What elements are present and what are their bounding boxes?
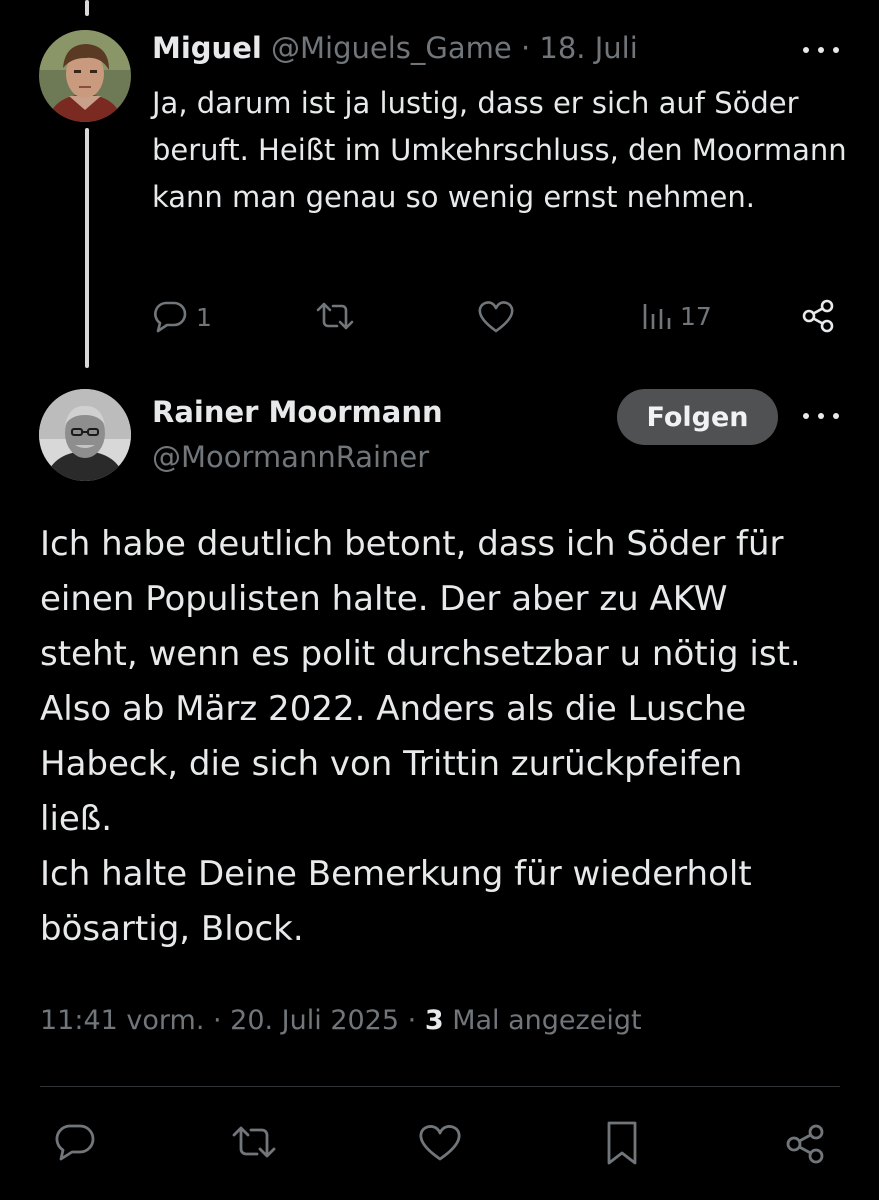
retweet-icon [232,1126,276,1158]
main-author-handle[interactable]: @MoormannRainer [152,440,429,474]
views-count: 17 [680,301,712,331]
share-icon [786,1124,824,1164]
heart-icon [419,1125,461,1161]
views-action[interactable]: 17 [640,300,712,332]
main-reply-action[interactable] [54,1123,96,1163]
share-icon [802,299,834,333]
main-text-line: Habeck, die sich von Trittin zurückpfeif… [40,744,743,784]
avatar-rainer[interactable] [39,389,131,481]
main-text-line: bösartig, Block. [40,909,304,949]
bookmark-action[interactable] [605,1120,639,1166]
main-text-line: steht, wenn es polit durchsetzbar u nöti… [40,634,801,674]
reply-share-action[interactable] [800,298,836,334]
reply-icon [55,1124,95,1161]
reply-header: Miguel @Miguels_Game · 18. Juli [152,31,638,65]
main-share-action[interactable] [783,1122,827,1166]
main-text-line: Ich halte Deine Bemerkung für wiederholt [40,854,752,894]
reply-date[interactable]: 18. Juli [539,31,637,65]
avatar-miguel[interactable] [39,30,131,122]
main-author-name[interactable]: Rainer Moormann [152,395,443,429]
main-tweet-text: Ich habe deutlich betont, dass ich Söder… [40,517,860,957]
tweet-views-number: 3 [424,1005,444,1036]
action-divider [40,1086,840,1087]
reply-action[interactable]: 1 [152,300,212,334]
reply-author-name[interactable]: Miguel [152,31,262,65]
tweet-thread-view: Miguel @Miguels_Game · 18. Juli Ja, daru… [0,0,879,1200]
heart-icon [478,301,514,333]
main-more-icon[interactable] [803,404,839,428]
main-text-line: einen Populisten halte. Der aber zu AKW [40,579,728,619]
tweet-timestamp[interactable]: 11:41 vorm. · 20. Juli 2025 · [40,1005,416,1036]
thread-line-connector [85,128,89,368]
like-action[interactable] [477,300,515,334]
reply-count: 1 [196,302,212,332]
reply-author-handle[interactable]: @Miguels_Game [271,31,512,65]
retweet-icon [316,302,354,330]
main-text-line: Ich habe deutlich betont, dass ich Söder… [40,524,784,564]
reply-more-icon[interactable] [803,38,839,62]
thread-line-top [85,0,89,16]
main-text-line: Also ab März 2022. Anders als die Lusche [40,689,747,729]
reply-text: Ja, darum ist ja lustig, dass er sich au… [152,86,847,214]
bookmark-icon [607,1121,637,1165]
main-text-line: ließ. [40,799,113,839]
main-like-action[interactable] [418,1124,462,1162]
views-icon [643,304,671,329]
retweet-action[interactable] [315,300,355,332]
tweet-views-label: Mal angezeigt [452,1005,642,1036]
tweet-metadata: 11:41 vorm. · 20. Juli 2025 · 3 Mal ange… [40,1005,642,1036]
reply-separator: · [520,31,531,65]
main-retweet-action[interactable] [231,1123,277,1161]
reply-icon [154,301,187,333]
follow-button[interactable]: Folgen [617,389,778,445]
